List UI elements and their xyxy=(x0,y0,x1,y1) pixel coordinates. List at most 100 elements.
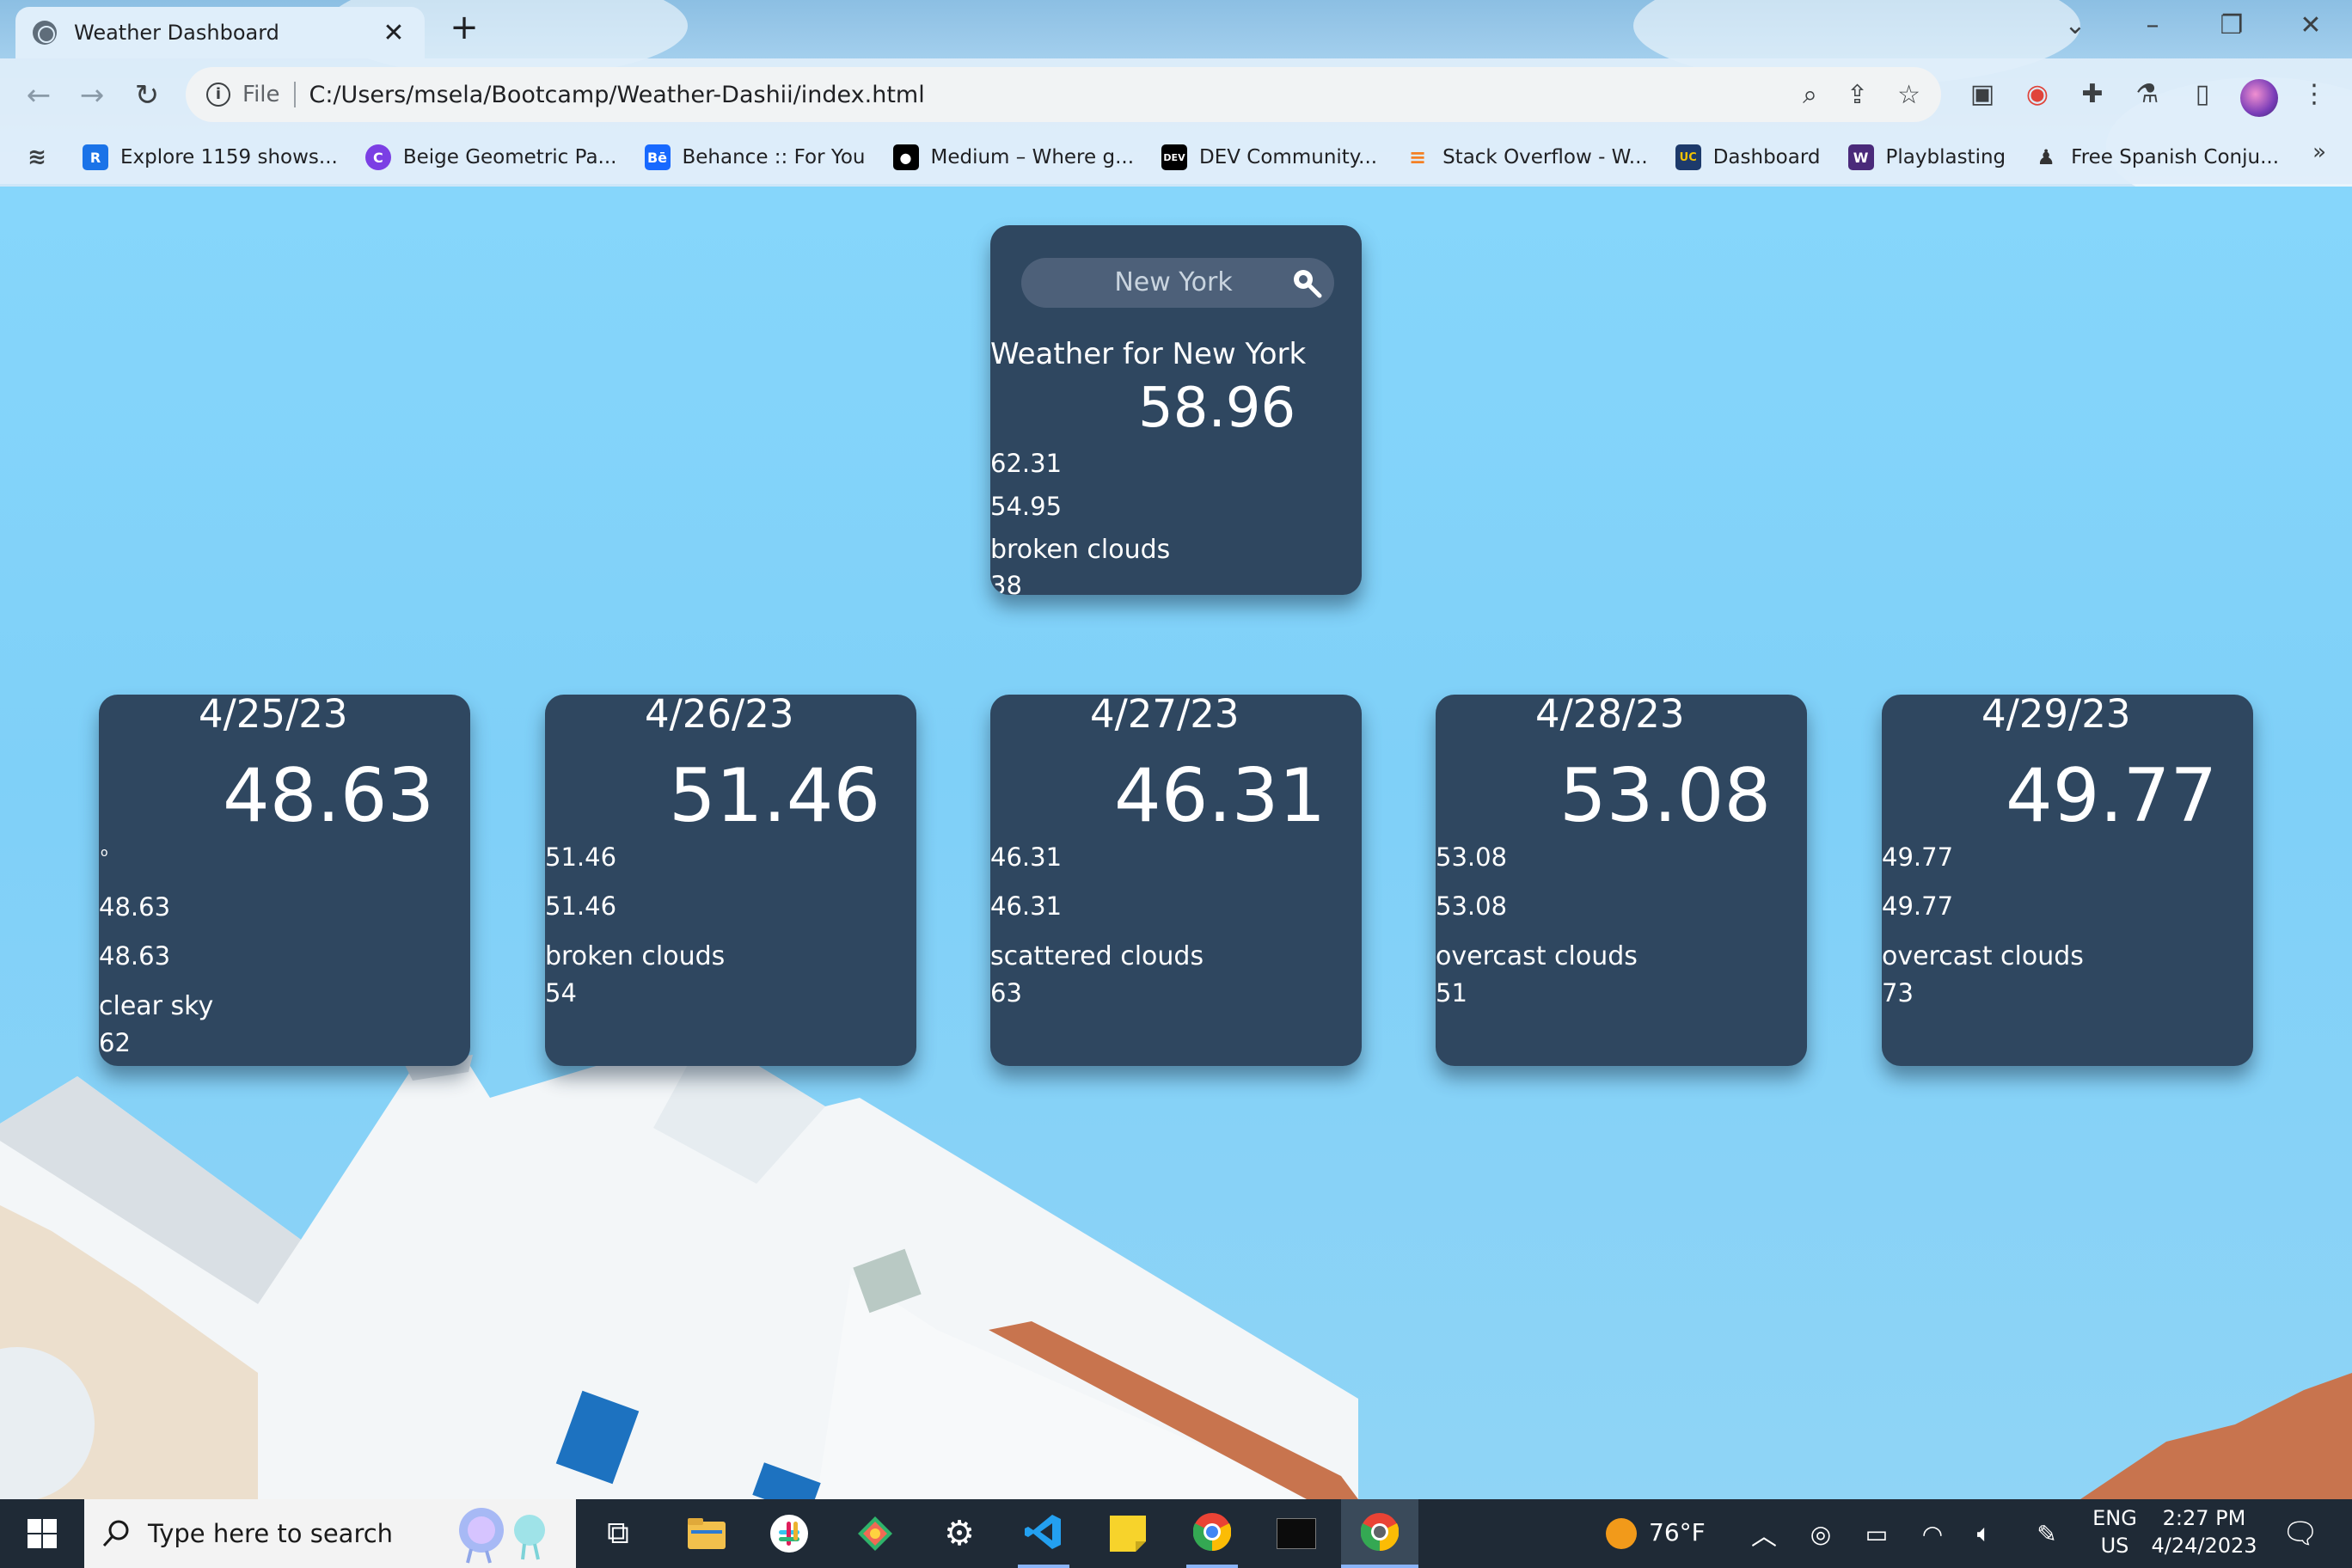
search-icon[interactable] xyxy=(1289,266,1324,300)
bookmark-item[interactable]: R Explore 1159 shows... xyxy=(83,144,338,170)
city-search-input[interactable]: New York xyxy=(1021,258,1326,308)
forecast-description: broken clouds xyxy=(545,941,726,971)
windows-taskbar: Type here to search ⧉ ⚙ 76°F ︿ ◎ ▭ ◠ 🔈︎ xyxy=(0,1499,2352,1568)
clock-time[interactable]: 2:27 PM xyxy=(2151,1506,2257,1530)
bookmark-item[interactable]: Bē Behance :: For You xyxy=(644,144,866,170)
forecast-humidity: 62 xyxy=(99,1028,131,1057)
url-text[interactable]: C:/Users/msela/Bootcamp/Weather-Dashii/i… xyxy=(309,82,1774,108)
bookmark-favicon-icon: W xyxy=(1847,144,1874,170)
chrome-dev-icon[interactable] xyxy=(1341,1499,1418,1568)
bookmark-label: Behance :: For You xyxy=(682,146,866,168)
side-panel-icon[interactable]: ▯ xyxy=(2185,77,2220,112)
bookmark-label: Beige Geometric Pa... xyxy=(402,146,617,168)
weather-sun-icon[interactable] xyxy=(1601,1499,1642,1568)
bookmark-label: Stack Overflow - W... xyxy=(1442,146,1648,168)
extension-record-icon[interactable]: ◉ xyxy=(2020,77,2055,112)
forecast-temp: 46.31 xyxy=(1114,753,1326,839)
reload-icon[interactable]: ↻ xyxy=(127,76,167,115)
address-bar[interactable]: i File C:/Users/msela/Bootcamp/Weather-D… xyxy=(186,67,1941,122)
bookmark-item[interactable]: W Playblasting xyxy=(1847,144,2006,170)
wifi-icon[interactable]: ◠ xyxy=(1914,1499,1951,1568)
tray-overflow-chevron-icon[interactable]: ︿ xyxy=(1745,1499,1783,1568)
forecast-humidity: 63 xyxy=(990,978,1022,1008)
bookmark-apps[interactable]: ≋ xyxy=(24,144,62,170)
forecast-temp: 49.77 xyxy=(2006,753,2218,839)
bookmark-favicon-icon: C xyxy=(364,144,391,170)
windows-logo-icon xyxy=(28,1519,57,1548)
forward-arrow-icon[interactable]: → xyxy=(72,76,112,115)
current-city-heading: Weather for New York xyxy=(990,337,1307,371)
profile-avatar[interactable] xyxy=(2240,79,2278,117)
taskbar-search-box[interactable]: Type here to search xyxy=(84,1499,576,1568)
tab-weather-dashboard[interactable]: Weather Dashboard ✕ xyxy=(15,7,425,58)
file-explorer-icon[interactable] xyxy=(681,1499,732,1568)
back-arrow-icon[interactable]: ← xyxy=(19,76,58,115)
bookmark-label: Medium – Where g... xyxy=(930,146,1135,168)
forecast-date: 4/28/23 xyxy=(1535,695,1685,737)
battery-icon[interactable]: ▭ xyxy=(1855,1499,1898,1568)
extension-pdf-icon[interactable]: ▣ xyxy=(1965,77,2000,112)
forecast-card: 4/28/23 53.08 53.08 53.08 overcast cloud… xyxy=(1436,695,1807,1066)
forecast-value-1: 53.08 xyxy=(1436,842,1508,872)
forecast-description: scattered clouds xyxy=(990,941,1204,971)
taskbar-weather-temp[interactable]: 76°F xyxy=(1649,1518,1706,1547)
bookmark-favicon-icon: Bē xyxy=(644,144,671,170)
forecast-card: 4/25/23 48.63 o 48.63 48.63 clear sky 62 xyxy=(99,695,470,1066)
bookmark-item[interactable]: C Beige Geometric Pa... xyxy=(364,144,617,170)
bookmarks-overflow-icon[interactable]: » xyxy=(2312,139,2326,165)
extensions-puzzle-icon[interactable]: ✚ xyxy=(2075,77,2110,112)
clock-date[interactable]: 4/24/2023 xyxy=(2151,1534,2257,1558)
bookmark-item[interactable]: ● Medium – Where g... xyxy=(892,144,1135,170)
bookmark-favicon-icon: DEV xyxy=(1161,144,1188,170)
forecast-description: overcast clouds xyxy=(1882,941,2084,971)
volume-icon[interactable]: 🔈︎ xyxy=(1965,1499,2003,1568)
meet-now-icon[interactable]: ◎ xyxy=(1802,1499,1840,1568)
tab-close-icon[interactable]: ✕ xyxy=(380,18,407,48)
browser-menu-icon[interactable]: ⋮ xyxy=(2297,77,2331,112)
bookmark-item[interactable]: ♟ Free Spanish Conju... xyxy=(2033,144,2279,170)
start-button[interactable] xyxy=(0,1499,84,1568)
bookmark-favicon-icon: R xyxy=(83,144,108,170)
zoom-icon[interactable]: ⌕ xyxy=(1803,80,1817,110)
bookmark-label: Dashboard xyxy=(1712,146,1821,168)
chrome-icon[interactable] xyxy=(1186,1499,1238,1568)
terminal-icon[interactable] xyxy=(1271,1499,1322,1568)
forecast-card: 4/27/23 46.31 46.31 46.31 scattered clou… xyxy=(990,695,1362,1066)
window-close-icon[interactable]: ✕ xyxy=(2285,9,2337,43)
settings-gear-icon[interactable]: ⚙ xyxy=(934,1499,985,1568)
forecast-date: 4/27/23 xyxy=(1090,695,1240,737)
minimize-icon[interactable]: – xyxy=(2127,9,2178,43)
labs-flask-icon[interactable]: ⚗ xyxy=(2130,77,2165,112)
current-value-2: 54.95 xyxy=(990,492,1063,521)
vscode-icon[interactable] xyxy=(1018,1499,1069,1568)
sticky-notes-icon[interactable] xyxy=(1102,1499,1154,1568)
forecast-value-2: 48.63 xyxy=(99,941,171,971)
new-tab-button[interactable]: + xyxy=(447,10,481,45)
forecast-temp: 48.63 xyxy=(223,753,435,839)
forecast-humidity: 54 xyxy=(545,978,577,1008)
language-region[interactable]: US xyxy=(2087,1534,2142,1558)
git-kraken-icon[interactable] xyxy=(849,1499,901,1568)
forecast-description: clear sky xyxy=(99,991,214,1021)
restore-icon[interactable]: ❐ xyxy=(2206,9,2257,43)
tab-title: Weather Dashboard xyxy=(74,21,279,45)
bookmark-item[interactable]: DEV DEV Community... xyxy=(1161,144,1377,170)
bookmark-star-icon[interactable]: ☆ xyxy=(1897,80,1920,110)
bookmark-item[interactable]: ≡ Stack Overflow - W... xyxy=(1405,144,1648,170)
browser-chrome: Weather Dashboard ✕ + ⌄ – ❐ ✕ ← → ↻ i Fi… xyxy=(0,0,2352,187)
slack-icon[interactable] xyxy=(763,1499,815,1568)
city-search-field[interactable]: New York xyxy=(1021,258,1334,308)
task-view-icon[interactable]: ⧉ xyxy=(593,1499,643,1568)
bookmark-label: Playblasting xyxy=(1885,146,2006,168)
share-icon[interactable]: ⇪ xyxy=(1847,80,1868,110)
tab-search-icon[interactable]: ⌄ xyxy=(2049,9,2101,43)
site-info-icon[interactable]: i xyxy=(206,83,230,107)
pen-ink-icon[interactable]: ✎ xyxy=(2025,1499,2068,1568)
bookmark-item[interactable]: UC Dashboard xyxy=(1675,144,1821,170)
current-humidity: 38 xyxy=(990,571,1022,595)
forecast-value-2: 46.31 xyxy=(990,891,1063,921)
notification-center-icon[interactable]: 🗨︎ xyxy=(2275,1499,2326,1568)
bookmark-label: DEV Community... xyxy=(1199,146,1378,168)
jellyfish-highlight-icon xyxy=(459,1508,545,1564)
language-code[interactable]: ENG xyxy=(2087,1506,2142,1530)
